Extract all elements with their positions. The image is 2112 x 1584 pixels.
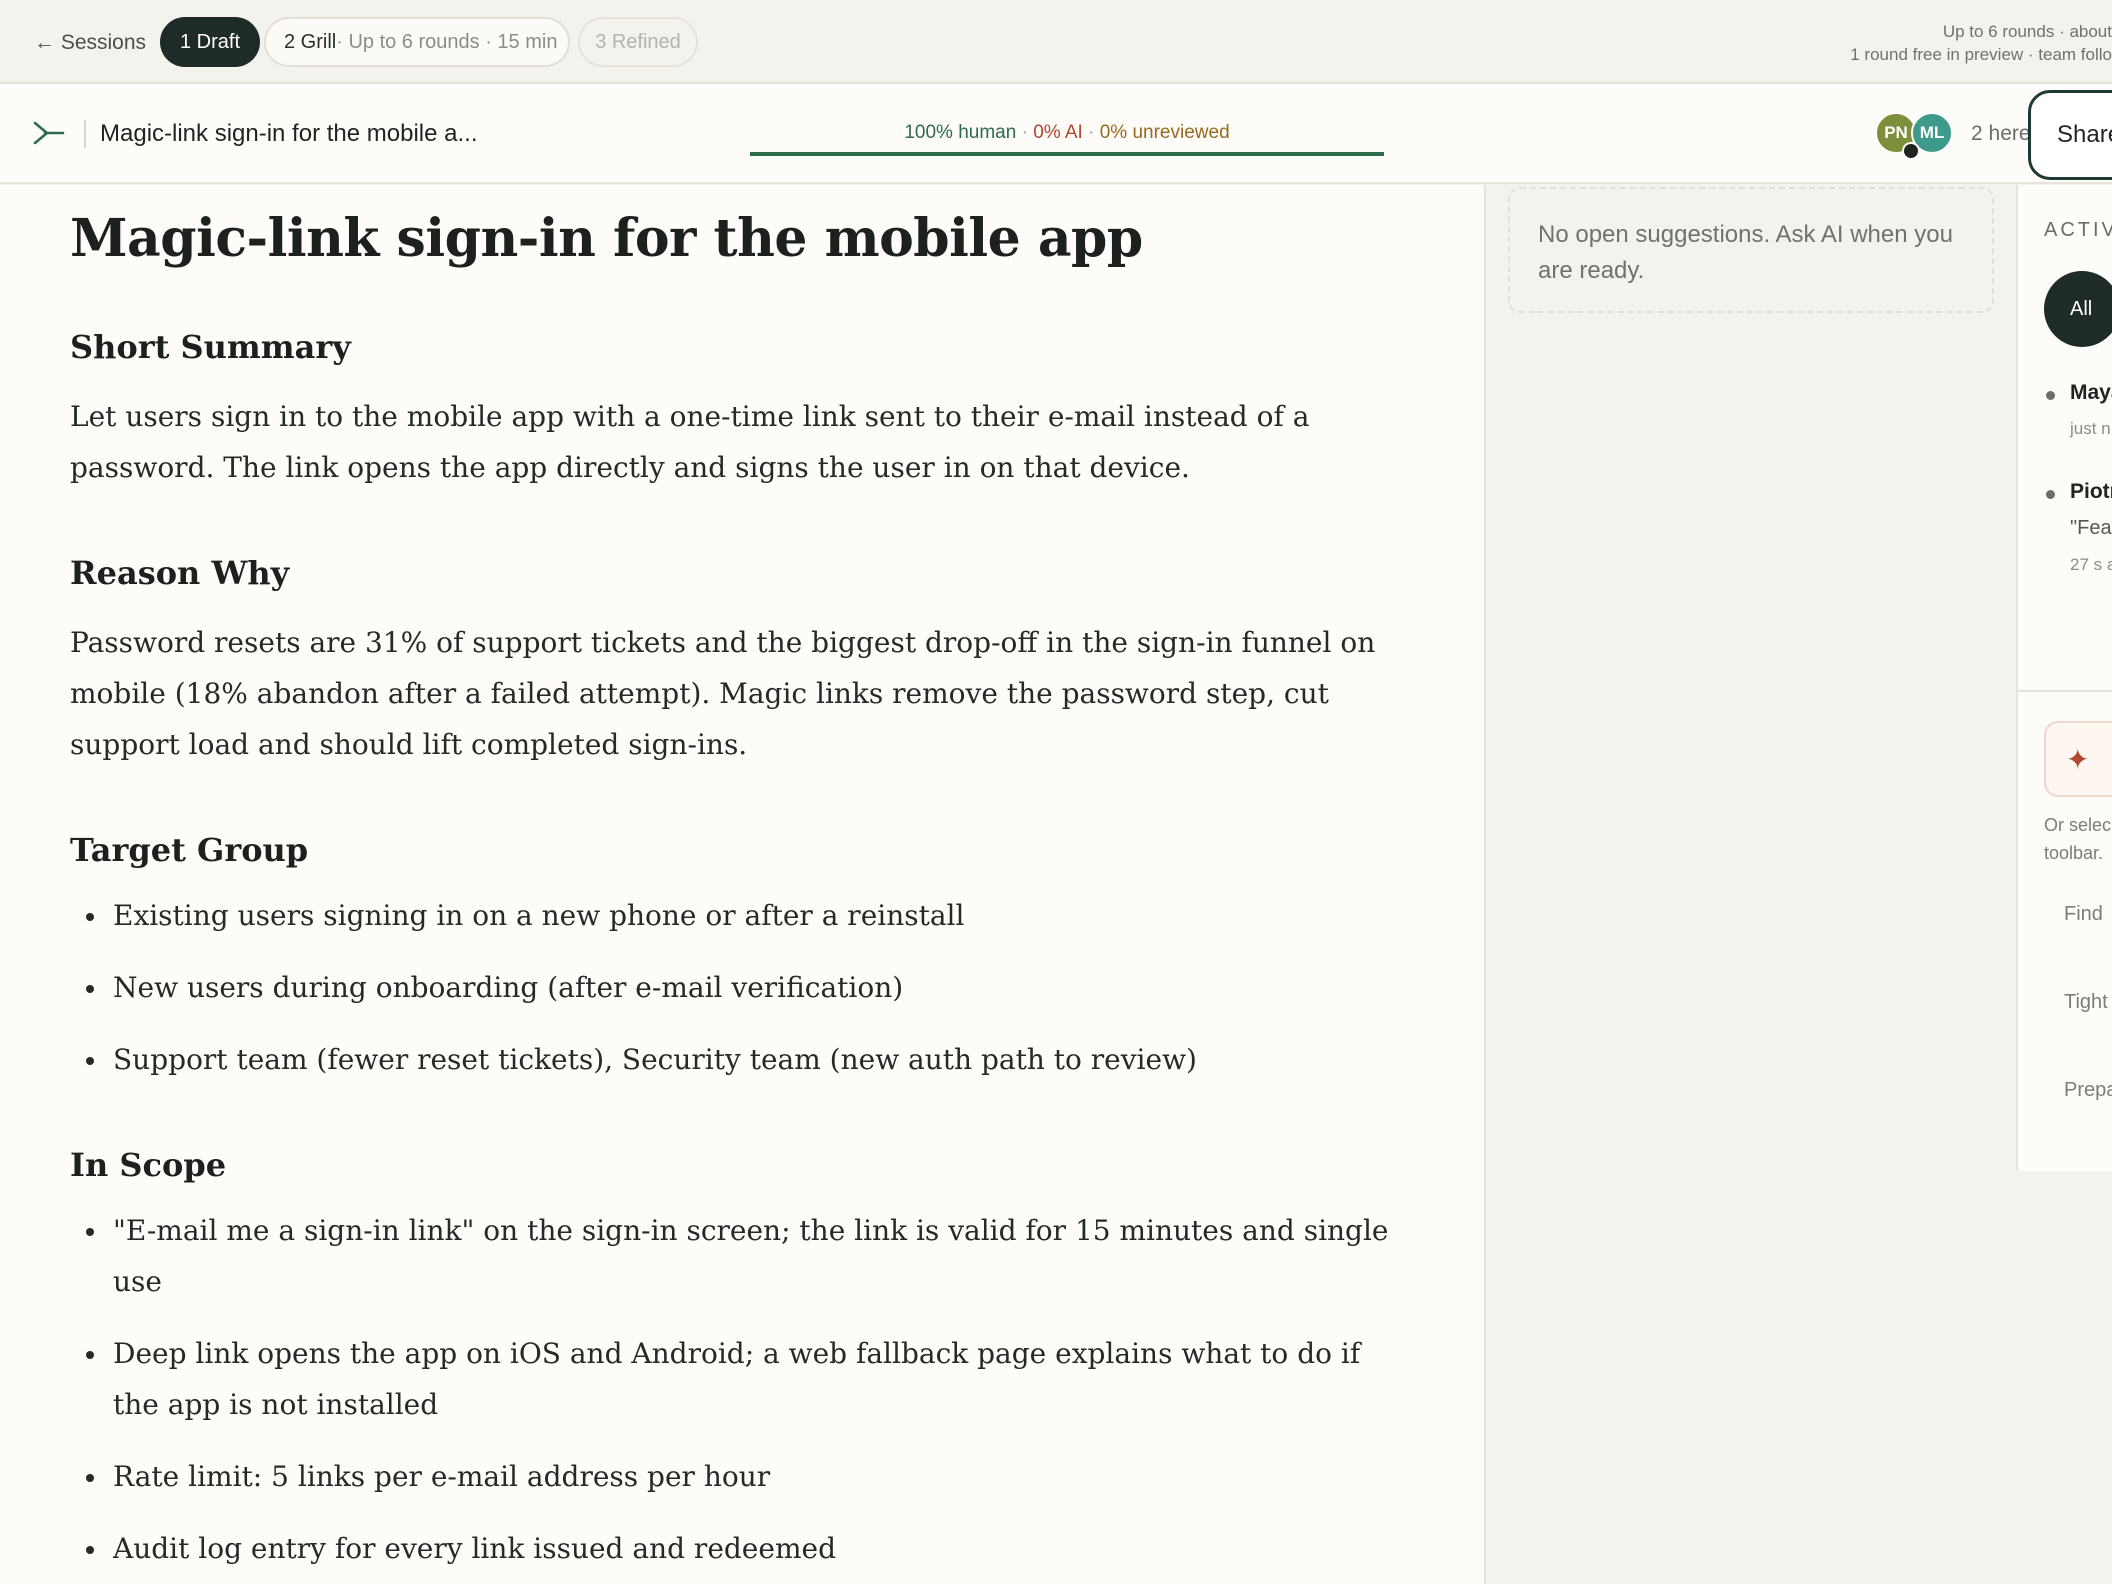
authorship-summary: 100% human · 0% AI · 0% unreviewed — [750, 122, 1384, 144]
step-draft[interactable]: 1 Draft — [160, 17, 260, 67]
suggestions-empty-state: No open suggestions. Ask AI when you are… — [1508, 187, 1994, 313]
sidebar-toggle-icon[interactable] — [32, 118, 66, 148]
activity-dot-icon — [2046, 391, 2055, 400]
list-item: "E-mail me a sign-in link" on the sign-i… — [70, 1205, 1410, 1307]
activity-author[interactable]: Maya — [2070, 381, 2112, 405]
quick-action-item[interactable]: Prepa — [2064, 1079, 2112, 1102]
step-grill[interactable]: 2 Grill · Up to 6 rounds · 15 min — [264, 17, 570, 67]
step-refined-label: 3 Refined — [595, 30, 681, 53]
grill-info-note: Up to 6 rounds · about 1 round free in p… — [1822, 20, 2112, 66]
ask-ai-button[interactable]: ✦ — [2044, 721, 2112, 797]
activity-quote: "Feat — [2070, 517, 2112, 539]
bullet-list: "E-mail me a sign-in link" on the sign-i… — [70, 1205, 1410, 1574]
activity-panel: ACTIV All Maya just n Piotr "Feat 27 s a… — [2016, 185, 2112, 1171]
document-title-short: Magic-link sign-in for the mobile a... — [100, 120, 478, 147]
suggestions-column: No open suggestions. Ask AI when you are… — [1488, 185, 2016, 1584]
presence-badge-icon — [1902, 142, 1920, 160]
activity-divider — [2018, 690, 2112, 692]
step-grill-meta: · Up to 6 rounds · 15 min — [336, 30, 558, 53]
ai-hint-line-2: toolbar. — [2044, 843, 2104, 863]
document-header: Magic-link sign-in for the mobile a... 1… — [0, 84, 2112, 184]
list-item: New users during onboarding (after e-mai… — [70, 962, 1410, 1013]
step-refined: 3 Refined — [578, 17, 698, 67]
bullet-list: Existing users signing in on a new phone… — [70, 890, 1410, 1085]
filter-all-label: All — [2070, 297, 2093, 320]
list-item: Deep link opens the app on iOS and Andro… — [70, 1328, 1410, 1430]
unreviewed-share: 0% unreviewed — [1099, 122, 1230, 143]
authorship-sep: · — [1016, 122, 1034, 143]
activity-dot-icon — [2046, 490, 2055, 499]
sparkle-icon: ✦ — [2066, 744, 2090, 775]
list-item: Existing users signing in on a new phone… — [70, 890, 1410, 941]
header-divider — [84, 120, 86, 148]
activity-title: ACTIV — [2044, 219, 2112, 241]
section-heading: Reason Why — [70, 554, 290, 592]
list-item: Support team (fewer reset tickets), Secu… — [70, 1034, 1410, 1085]
authorship-progress-fill — [750, 152, 1384, 156]
quick-action-item[interactable]: Find — [2064, 903, 2103, 926]
section-paragraph: Password resets are 31% of support ticke… — [70, 626, 1376, 761]
activity-time: 27 s a — [2070, 555, 2112, 574]
ai-hint-line-1: Or selec — [2044, 815, 2112, 835]
section-paragraph: Let users sign in to the mobile app with… — [70, 400, 1310, 484]
back-label: ← Sessions — [34, 31, 147, 54]
ai-share: 0% AI — [1033, 122, 1083, 143]
ai-hint: Or selec toolbar. — [2044, 811, 2111, 867]
presence-count: 2 here — [1971, 122, 2031, 145]
authorship-progress-bar — [750, 152, 1384, 156]
suggestions-empty-text: No open suggestions. Ask AI when you are… — [1538, 221, 1953, 284]
list-item: Audit log entry for every link issued an… — [70, 1523, 1410, 1574]
step-draft-label: 1 Draft — [179, 30, 241, 53]
activity-author[interactable]: Piotr — [2070, 480, 2112, 504]
filter-all-button[interactable]: All — [2044, 271, 2112, 347]
avatar-initials: PN — [1884, 123, 1908, 142]
grill-info-line-2: 1 round free in preview · team follo — [1850, 45, 2112, 64]
back-to-sessions-link[interactable]: ← Sessions — [34, 26, 146, 60]
list-item: Rate limit: 5 links per e-mail address p… — [70, 1451, 1410, 1502]
activity-time: just n — [2070, 419, 2111, 438]
section-heading: Target Group — [70, 831, 309, 869]
grill-info-line-1: Up to 6 rounds · about — [1942, 22, 2112, 41]
session-stepper-bar: ← Sessions 1 Draft 2 Grill · Up to 6 rou… — [0, 0, 2112, 84]
authorship-sep: · — [1082, 122, 1100, 143]
step-grill-label: 2 Grill — [284, 30, 337, 53]
document-editor[interactable]: Magic-link sign-in for the mobile app Sh… — [0, 185, 1486, 1584]
section-heading: In Scope — [70, 1146, 227, 1184]
document-content: Magic-link sign-in for the mobile app Sh… — [70, 207, 1410, 1574]
share-button[interactable]: Share — [2028, 90, 2112, 180]
document-heading: Magic-link sign-in for the mobile app — [70, 208, 1143, 269]
share-label: Share — [2057, 121, 2112, 148]
avatar-initials: ML — [1919, 123, 1945, 142]
human-share: 100% human — [904, 122, 1017, 143]
section-heading: Short Summary — [70, 328, 351, 366]
quick-action-item[interactable]: Tight — [2064, 991, 2108, 1014]
